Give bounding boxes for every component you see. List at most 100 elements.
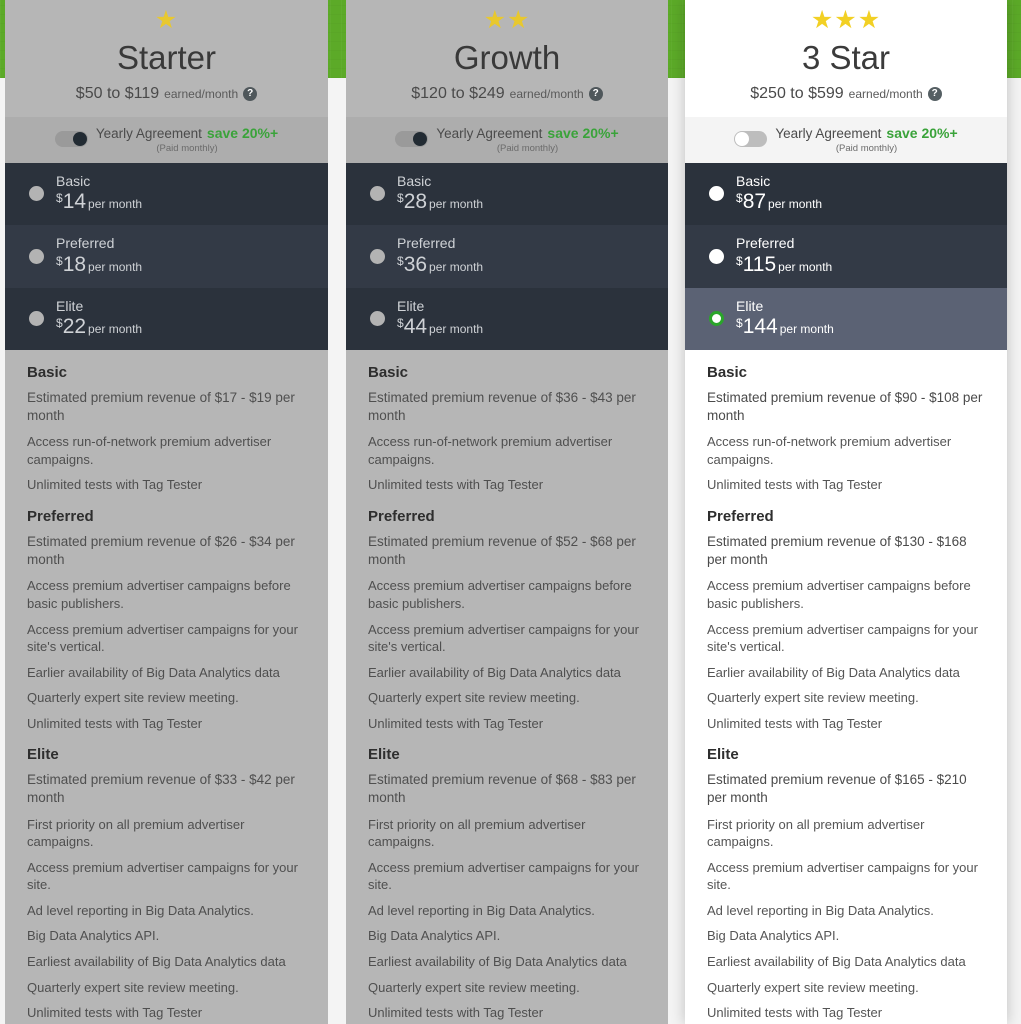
tier-text: Preferred $115 per month xyxy=(736,235,832,276)
yearly-agreement-bar[interactable]: Yearly Agreement save 20%+ (Paid monthly) xyxy=(346,116,668,164)
feature-item: Access premium advertiser campaigns befo… xyxy=(368,578,632,611)
radio-icon[interactable] xyxy=(370,248,385,264)
tier-price: $28 per month xyxy=(397,190,483,214)
feature-item: Access premium advertiser campaigns befo… xyxy=(707,578,971,611)
toggle-texts: Yearly Agreement save 20%+ (Paid monthly) xyxy=(436,125,618,155)
pricing-card-growth[interactable]: ★★ Growth $120 to $249 earned/month ? Ye… xyxy=(346,0,668,1024)
help-icon[interactable]: ? xyxy=(927,86,942,101)
plan-title: Starter xyxy=(116,39,217,76)
price-period: per month xyxy=(429,197,484,212)
help-icon[interactable]: ? xyxy=(588,86,603,101)
feature-item: Quarterly expert site review meeting. xyxy=(368,690,580,706)
tier-selector[interactable]: Basic $14 per month Preferred $18 per mont… xyxy=(5,163,328,350)
tier-text: Basic $28 per month xyxy=(397,173,483,214)
radio-icon[interactable] xyxy=(709,248,724,264)
radio-icon[interactable] xyxy=(370,310,385,326)
feature-item: Access run-of-network premium advertiser… xyxy=(368,434,613,467)
tier-price: $14 per month xyxy=(56,190,142,214)
feature-item: Unlimited tests with Tag Tester xyxy=(707,1005,883,1021)
card-header: ★ Starter $50 to $119 earned/month ? xyxy=(5,0,328,117)
toggle-texts: Yearly Agreement save 20%+ (Paid monthly) xyxy=(96,125,278,154)
feature-group-preferred: Preferred Estimated premium revenue of $… xyxy=(368,508,646,732)
tier-option-elite[interactable]: Elite $22 per month xyxy=(5,287,328,350)
feature-item: Quarterly expert site review meeting. xyxy=(707,690,919,706)
pricing-card-starter[interactable]: ★ Starter $50 to $119 earned/month ? Yea… xyxy=(5,0,328,1024)
price-period: per month xyxy=(768,197,823,212)
feature-item: Estimated premium revenue of $33 - $42 p… xyxy=(27,772,295,806)
yearly-agreement-bar[interactable]: Yearly Agreement save 20%+ (Paid monthly) xyxy=(685,116,1007,164)
feature-group-elite: Elite Estimated premium revenue of $68 -… xyxy=(368,746,646,1024)
tier-option-preferred[interactable]: Preferred $18 per month xyxy=(5,225,328,288)
feature-item: Earlier availability of Big Data Analyti… xyxy=(707,664,960,680)
tier-option-preferred[interactable]: Preferred $115 per month xyxy=(685,225,1007,288)
feature-group-title: Basic xyxy=(27,363,68,381)
price-amount: 115 xyxy=(742,252,777,276)
earnings-range-row: $120 to $249 earned/month ? xyxy=(356,85,658,103)
yearly-agreement-toggle[interactable] xyxy=(734,131,768,148)
feature-group-title: Elite xyxy=(368,746,400,764)
feature-group-title: Basic xyxy=(368,363,409,381)
toggle-sublabel: (Paid monthly) xyxy=(496,143,559,155)
pricing-card-3-star[interactable]: ★★★ 3 Star $250 to $599 earned/month ? Y… xyxy=(685,0,1007,1024)
feature-item: Unlimited tests with Tag Tester xyxy=(707,715,883,731)
radio-icon[interactable] xyxy=(370,186,385,202)
feature-item: First priority on all premium advertiser… xyxy=(27,816,245,850)
feature-list: Basic Estimated premium revenue of $90 -… xyxy=(685,349,1007,1024)
yearly-agreement-toggle[interactable] xyxy=(395,131,429,148)
radio-icon[interactable] xyxy=(709,186,724,202)
feature-group-preferred: Preferred Estimated premium revenue of $… xyxy=(27,508,306,732)
tier-price: $22 per month xyxy=(56,315,142,339)
feature-item: Earlier availability of Big Data Analyti… xyxy=(368,664,621,680)
feature-item: Estimated premium revenue of $36 - $43 p… xyxy=(368,389,636,424)
feature-item: Quarterly expert site review meeting. xyxy=(368,979,580,995)
currency-symbol: $ xyxy=(56,253,63,268)
feature-item: Access premium advertiser campaigns for … xyxy=(368,859,639,893)
feature-item: First priority on all premium advertiser… xyxy=(707,816,925,850)
tier-option-elite[interactable]: Elite $44 per month xyxy=(346,287,668,350)
feature-item: Access premium advertiser campaigns for … xyxy=(27,621,298,655)
feature-item: Access premium advertiser campaigns for … xyxy=(707,621,978,655)
currency-symbol: $ xyxy=(736,191,743,206)
earnings-range-row: $250 to $599 earned/month ? xyxy=(695,85,997,103)
radio-icon-selected[interactable] xyxy=(709,310,724,326)
tier-selector[interactable]: Basic $28 per month Preferred $36 per mont… xyxy=(346,163,668,350)
feature-item: Access premium advertiser campaigns for … xyxy=(27,859,298,893)
feature-item: Unlimited tests with Tag Tester xyxy=(368,715,544,731)
tier-selector[interactable]: Basic $87 per month Preferred $115 per mon… xyxy=(685,163,1007,350)
help-icon[interactable]: ? xyxy=(243,86,258,101)
tier-option-elite[interactable]: Elite $144 per month xyxy=(685,287,1007,350)
tier-name: Elite xyxy=(736,297,764,314)
feature-item: Quarterly expert site review meeting. xyxy=(707,979,919,995)
tier-option-basic[interactable]: Basic $14 per month xyxy=(5,163,328,226)
radio-icon[interactable] xyxy=(29,248,44,264)
price-amount: 22 xyxy=(62,314,87,338)
feature-group-basic: Basic Estimated premium revenue of $17 -… xyxy=(27,364,306,494)
earnings-unit: earned/month xyxy=(509,86,584,101)
feature-item: Access run-of-network premium advertiser… xyxy=(27,434,272,467)
price-period: per month xyxy=(88,197,143,212)
tier-price: $18 per month xyxy=(56,253,142,277)
price-period: per month xyxy=(779,321,834,336)
tier-text: Preferred $36 per month xyxy=(397,235,483,276)
tier-option-preferred[interactable]: Preferred $36 per month xyxy=(346,225,668,288)
price-amount: 14 xyxy=(62,190,87,214)
plan-title: Growth xyxy=(453,39,561,76)
price-period: per month xyxy=(778,259,833,274)
yearly-agreement-bar[interactable]: Yearly Agreement save 20%+ (Paid monthly) xyxy=(5,116,328,164)
tier-option-basic[interactable]: Basic $87 per month xyxy=(685,163,1007,226)
radio-icon[interactable] xyxy=(29,186,44,202)
yearly-agreement-toggle[interactable] xyxy=(54,131,88,148)
pricing-plans-container: ★ Starter $50 to $119 earned/month ? Yea… xyxy=(0,0,1021,1024)
tier-option-basic[interactable]: Basic $28 per month xyxy=(346,163,668,226)
toggle-knob xyxy=(72,132,87,147)
radio-icon[interactable] xyxy=(29,310,44,326)
tier-price: $36 per month xyxy=(397,253,483,277)
earnings-range: $120 to $249 xyxy=(411,84,505,102)
price-period: per month xyxy=(88,321,143,336)
feature-list: Basic Estimated premium revenue of $36 -… xyxy=(346,349,668,1024)
feature-item: Estimated premium revenue of $130 - $168… xyxy=(707,533,967,568)
feature-item: Access run-of-network premium advertiser… xyxy=(707,434,952,467)
feature-group-title: Basic xyxy=(707,363,748,381)
tier-name: Elite xyxy=(397,297,425,314)
price-amount: 87 xyxy=(742,190,767,214)
